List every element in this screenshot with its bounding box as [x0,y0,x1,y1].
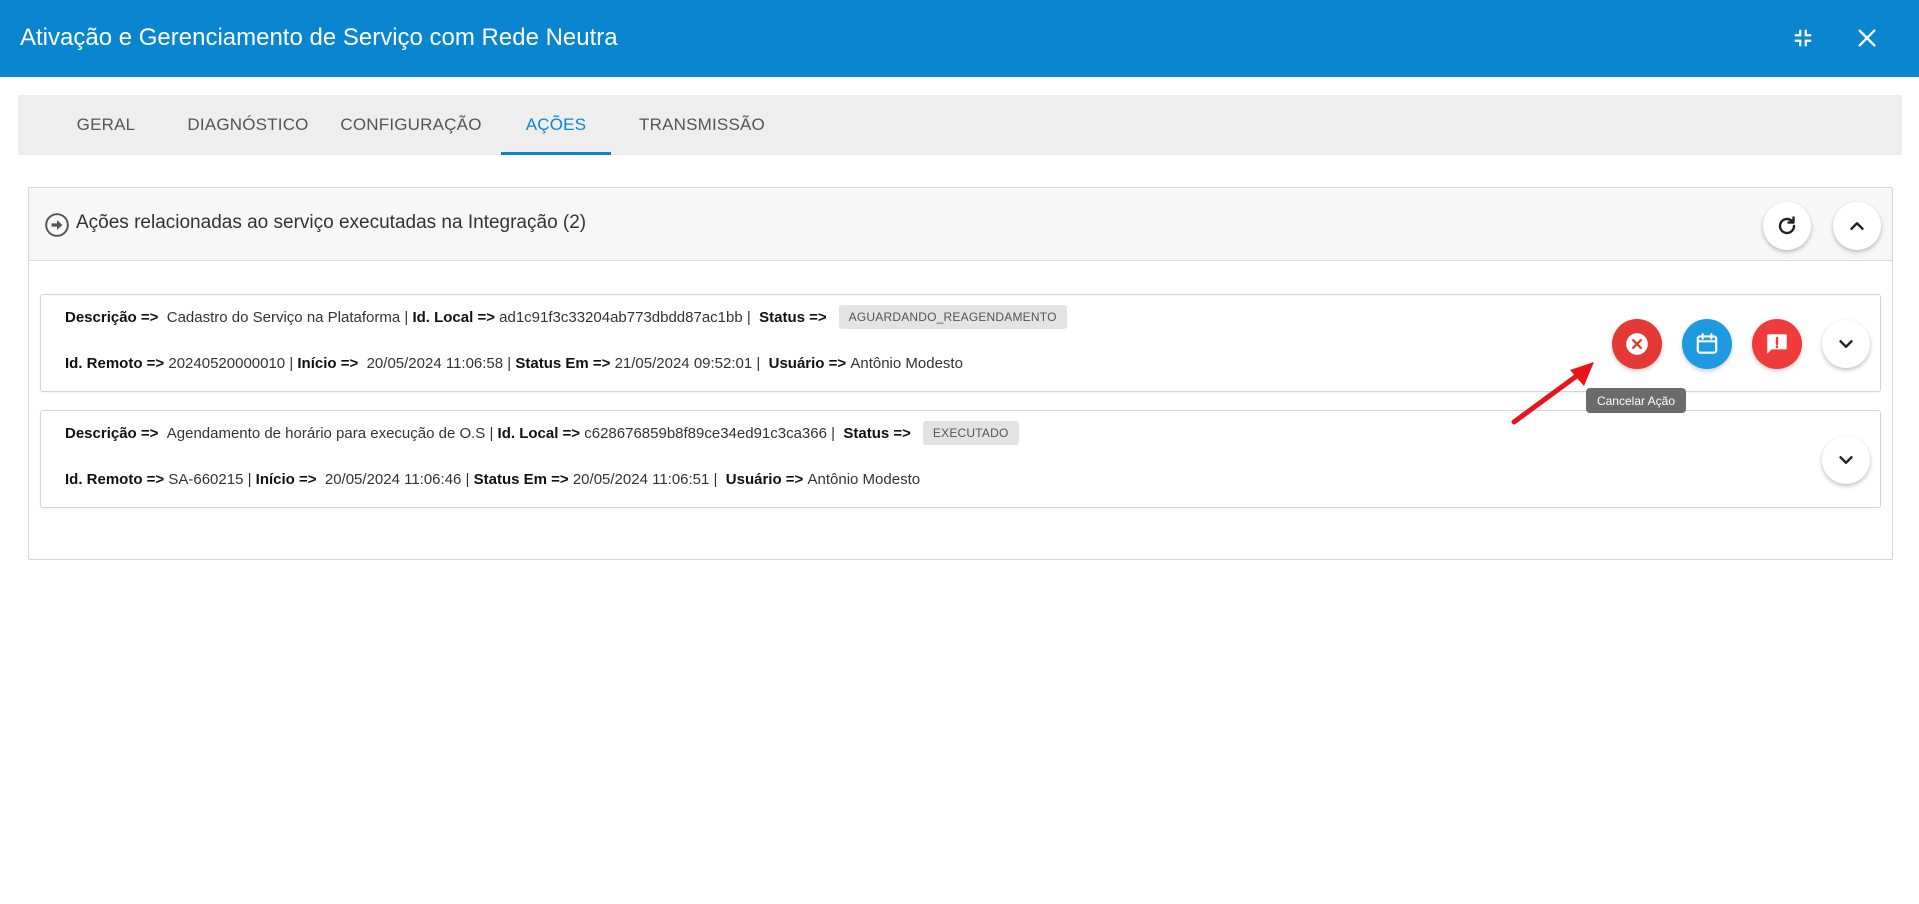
action-status-em: 21/05/2024 09:52:01 [614,355,753,372]
compress-button[interactable] [1785,20,1821,56]
action-inicio: 20/05/2024 11:06:46 [324,471,462,488]
schedule-action-button[interactable] [1682,319,1732,369]
label-status-em: Status Em => [515,355,611,372]
label-status: Status => [843,424,911,442]
action-usuario: Antônio Modesto [807,471,921,488]
label-inicio: Início => [297,355,359,372]
arrow-circle-right-icon [45,213,69,237]
action-id-local: c628676859b8f89ce34ed91c3ca366 [584,424,827,442]
action-line-1: Descrição => Cadastro do Serviço na Plat… [65,305,1067,329]
action-card: Descrição => Agendamento de horário para… [40,410,1881,508]
annotation-arrow-icon [1511,362,1594,425]
refresh-icon [1778,216,1796,235]
label-id-remoto: Id. Remoto => [65,355,165,372]
chevron-down-icon [1839,456,1853,464]
tab-geral[interactable]: GERAL [40,95,172,155]
window-titlebar: Ativação e Gerenciamento de Serviço com … [0,0,1919,77]
label-usuario: Usuário => [725,471,804,488]
tab-acoes[interactable]: AÇÕES [501,95,611,155]
action-line-1: Descrição => Agendamento de horário para… [65,421,1019,445]
collapse-panel-button[interactable] [1833,202,1881,250]
label-descricao: Descrição => [65,308,159,326]
refresh-button[interactable] [1763,202,1811,250]
action-card: Descrição => Cadastro do Serviço na Plat… [40,294,1881,392]
close-icon [1858,29,1876,47]
label-status-em: Status Em => [473,471,569,488]
tab-configuracao[interactable]: CONFIGURAÇÃO [324,95,498,155]
action-id-remoto: SA-660215 [168,471,244,488]
label-id-local: Id. Local => [412,308,495,326]
expand-action-button[interactable] [1822,436,1870,484]
calendar-icon [1696,333,1718,354]
panel-header[interactable]: Ações relacionadas ao serviço executadas… [29,188,1892,261]
status-badge: EXECUTADO [922,421,1019,445]
tab-transmissao[interactable]: TRANSMISSÃO [624,95,780,155]
label-id-remoto: Id. Remoto => [65,471,165,488]
action-descricao: Agendamento de horário para execução de … [166,424,486,442]
action-line-2: Id. Remoto => SA-660215 | Início => 20/0… [65,471,921,488]
action-id-remoto: 20240520000010 [168,355,286,372]
report-action-button[interactable] [1752,319,1802,369]
label-status: Status => [759,308,827,326]
action-status-em: 20/05/2024 11:06:51 [572,471,710,488]
label-id-local: Id. Local => [497,424,581,442]
action-descricao: Cadastro do Serviço na Plataforma [166,308,401,326]
actions-panel: Ações relacionadas ao serviço executadas… [28,187,1893,560]
action-line-2: Id. Remoto => 20240520000010 | Início =>… [65,355,963,372]
tab-bar: GERAL DIAGNÓSTICO CONFIGURAÇÃO AÇÕES TRA… [18,95,1902,155]
action-usuario: Antônio Modesto [850,355,963,372]
panel-title: Ações relacionadas ao serviço executadas… [76,212,587,233]
status-badge: AGUARDANDO_REAGENDAMENTO [838,305,1067,329]
action-id-local: ad1c91f3c33204ab773dbdd87ac1bb [499,308,743,326]
label-inicio: Início => [255,471,317,488]
cancel-action-button[interactable] [1612,319,1662,369]
action-inicio: 20/05/2024 11:06:58 [366,355,504,372]
chevron-up-icon [1850,222,1864,230]
chevron-down-icon [1839,340,1853,348]
expand-action-button[interactable] [1822,320,1870,368]
compress-icon [1794,29,1812,47]
feedback-icon [1767,334,1787,354]
label-descricao: Descrição => [65,424,159,442]
cancel-action-tooltip: Cancelar Ação [1586,388,1686,413]
cancel-circle-icon [1626,333,1648,355]
close-button[interactable] [1849,20,1885,56]
label-usuario: Usuário => [768,355,847,372]
window-title: Ativação e Gerenciamento de Serviço com … [20,24,618,51]
tab-diagnostico[interactable]: DIAGNÓSTICO [172,95,324,155]
